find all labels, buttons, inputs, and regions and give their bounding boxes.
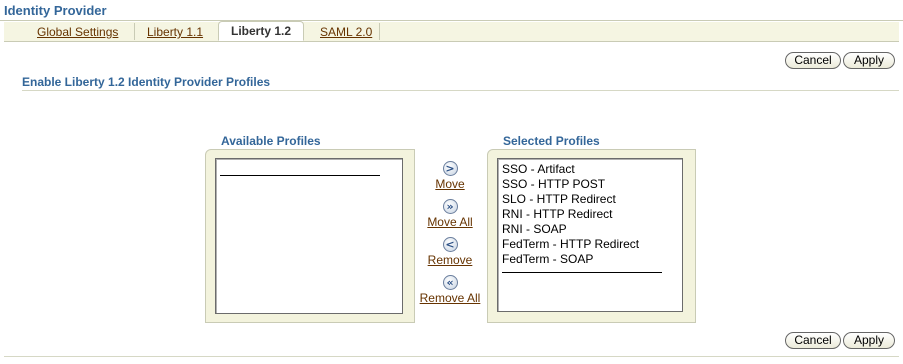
tab-saml-2-0[interactable]: SAML 2.0 xyxy=(320,25,372,39)
available-profiles-label: Available Profiles xyxy=(221,134,321,148)
remove-all-button[interactable]: « Remove All xyxy=(418,275,482,305)
tab-global-settings[interactable]: Global Settings xyxy=(37,25,118,39)
bottom-divider xyxy=(4,356,899,357)
move-right-icon: > xyxy=(442,161,458,176)
tab-bar: Global Settings Liberty 1.1 Liberty 1.2 … xyxy=(4,21,899,42)
section-header: Enable Liberty 1.2 Identity Provider Pro… xyxy=(22,75,271,89)
list-item[interactable]: SLO - HTTP Redirect xyxy=(498,192,682,207)
tab-liberty-1-1[interactable]: Liberty 1.1 xyxy=(147,25,203,39)
list-item[interactable]: FedTerm - SOAP xyxy=(498,252,682,267)
apply-button-label: Apply xyxy=(853,53,885,67)
tab-separator xyxy=(379,23,380,40)
move-all-label: Move All xyxy=(427,215,473,229)
list-placeholder-line xyxy=(220,175,380,176)
move-all-left-icon: « xyxy=(442,275,458,290)
list-item[interactable]: FedTerm - HTTP Redirect xyxy=(498,237,682,252)
list-item[interactable]: SSO - HTTP POST xyxy=(498,177,682,192)
available-profiles-list[interactable] xyxy=(215,158,403,314)
title-divider xyxy=(0,20,903,21)
apply-button-label: Apply xyxy=(853,333,885,347)
apply-button-top[interactable]: Apply xyxy=(843,52,895,69)
selected-profiles-list[interactable]: SSO - Artifact SSO - HTTP POST SLO - HTT… xyxy=(497,158,683,312)
apply-button-bottom[interactable]: Apply xyxy=(843,332,895,349)
tab-liberty-1-2[interactable]: Liberty 1.2 xyxy=(218,21,305,41)
move-button[interactable]: > Move xyxy=(418,161,482,191)
move-all-right-icon: » xyxy=(442,199,458,214)
section-divider xyxy=(22,90,899,91)
move-label: Move xyxy=(435,177,465,191)
move-all-button[interactable]: » Move All xyxy=(418,199,482,229)
cancel-button-label: Cancel xyxy=(794,53,832,67)
selected-profiles-label: Selected Profiles xyxy=(503,134,600,148)
tab-separator xyxy=(134,23,135,40)
cancel-button-bottom[interactable]: Cancel xyxy=(785,332,841,349)
cancel-button-label: Cancel xyxy=(794,333,832,347)
remove-label: Remove xyxy=(427,253,473,267)
cancel-button-top[interactable]: Cancel xyxy=(785,52,841,69)
move-left-icon: < xyxy=(442,237,458,252)
list-item[interactable]: SSO - Artifact xyxy=(498,162,682,177)
page-title: Identity Provider xyxy=(4,3,107,18)
list-item[interactable]: RNI - HTTP Redirect xyxy=(498,207,682,222)
list-placeholder-line xyxy=(502,272,662,273)
remove-button[interactable]: < Remove xyxy=(418,237,482,267)
list-item[interactable]: RNI - SOAP xyxy=(498,222,682,237)
remove-all-label: Remove All xyxy=(419,291,481,305)
